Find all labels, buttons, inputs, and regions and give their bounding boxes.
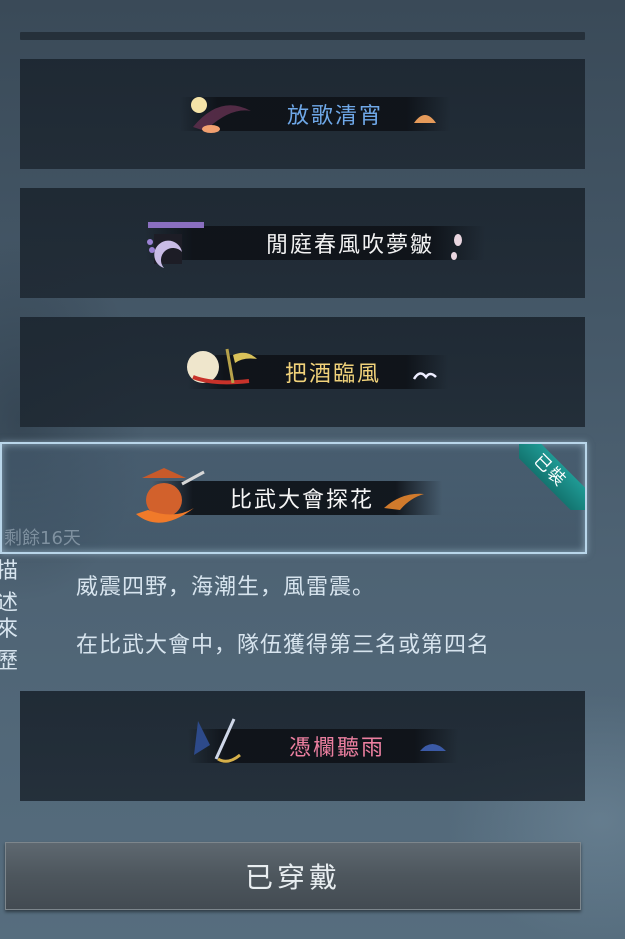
title-name: 比武大會探花 bbox=[229, 488, 374, 513]
equipped-status-button[interactable]: 已穿戴 bbox=[5, 842, 581, 910]
top-divider-bar bbox=[20, 32, 585, 40]
umbrella-icon bbox=[420, 744, 446, 751]
equipped-status-label: 已穿戴 bbox=[244, 861, 341, 894]
wisteria-moon-icon bbox=[147, 222, 204, 268]
title-card-biwu-equipped[interactable]: 比武大會探花 已裝 bbox=[0, 442, 587, 554]
description-value: 威震四野，海潮生，風雷震。 bbox=[76, 575, 376, 600]
title-name: 閒庭春風吹夢皺 bbox=[265, 233, 434, 258]
description-label: 描述 bbox=[0, 559, 19, 616]
history-value: 在比武大會中，隊伍獲得第三名或第四名 bbox=[76, 633, 491, 658]
title-card-fangge[interactable]: 放歌清宵 bbox=[20, 59, 585, 169]
title-name: 放歌清宵 bbox=[286, 104, 383, 129]
equipped-tag: 已裝 bbox=[519, 444, 585, 510]
equipped-tag-text: 已裝 bbox=[519, 444, 585, 510]
wine-bamboo-icon bbox=[187, 348, 257, 385]
hat-fire-icon bbox=[136, 468, 205, 523]
title-name: 把酒臨風 bbox=[284, 362, 381, 387]
moon-lantern-icon bbox=[191, 97, 251, 133]
flame-icon bbox=[384, 493, 424, 510]
remaining-time: 剩餘16天 bbox=[4, 528, 81, 549]
cloud-icon bbox=[412, 372, 437, 380]
title-card-bajiu[interactable]: 把酒臨風 bbox=[20, 317, 585, 427]
title-card-pinglan[interactable]: 憑欄聽雨 bbox=[20, 691, 585, 801]
sword-bamboo-icon bbox=[194, 718, 241, 763]
history-label: 來歷 bbox=[0, 617, 19, 674]
petal-icon bbox=[451, 234, 462, 260]
lotus-icon bbox=[414, 115, 436, 123]
title-name: 憑欄聽雨 bbox=[288, 736, 385, 761]
title-card-xianting[interactable]: 閒庭春風吹夢皺 bbox=[20, 188, 585, 298]
